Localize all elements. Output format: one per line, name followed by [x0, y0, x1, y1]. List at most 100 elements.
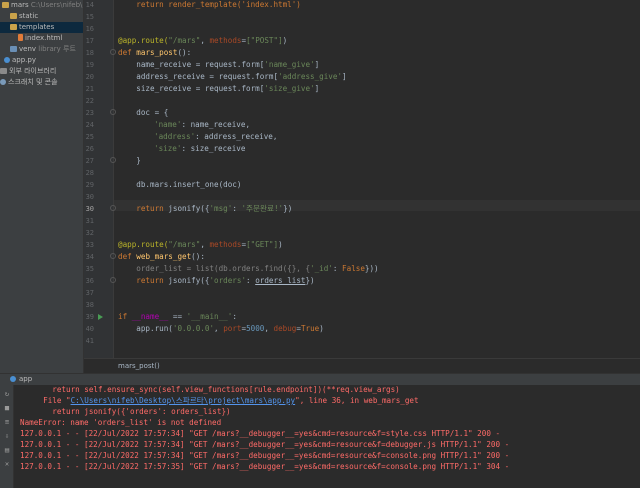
soft-wrap-icon[interactable]: ≡ [3, 419, 11, 426]
line-number: 41 [85, 337, 94, 345]
code-editor[interactable] [114, 0, 640, 358]
run-tab-app[interactable]: app [10, 374, 32, 385]
tree-item-scratches[interactable]: 스크래치 및 콘솔 [0, 77, 83, 88]
line-number: 14 [85, 1, 94, 9]
console-line: 127.0.0.1 - - [22/Jul/2022 17:57:34] "GE… [20, 440, 510, 449]
console-line: return jsonify({'orders': orders_list}) [34, 407, 231, 416]
project-tree-panel: mars C:\Users\nifeb\Desktop\스파르타\project… [0, 0, 84, 373]
breadcrumb[interactable]: mars_post() [84, 358, 640, 373]
code-line-route-post: @app.route("/mars", methods=["POST"]) [118, 36, 288, 45]
code-line: return render_template('index.html') [118, 0, 301, 9]
line-number: 16 [85, 25, 94, 33]
folder-icon [10, 24, 17, 30]
code-line: doc = { [118, 108, 169, 117]
line-number: 27 [85, 157, 94, 165]
python-run-icon [10, 376, 16, 382]
fold-icon[interactable] [110, 157, 116, 163]
code-line-current: return jsonify({'msg': '주문완료!'}) [118, 204, 293, 213]
fold-icon[interactable] [110, 109, 116, 115]
console-line: 127.0.0.1 - - [22/Jul/2022 17:57:34] "GE… [20, 451, 510, 460]
run-arrow-icon[interactable] [98, 314, 103, 320]
line-number: 20 [85, 73, 94, 81]
tree-item-label: mars [11, 1, 29, 9]
tree-item-static[interactable]: static [0, 11, 83, 22]
code-line-def-post: def mars_post(): [118, 48, 192, 57]
tree-item-label: 외부 라이브러리 [9, 67, 57, 75]
code-line: order_list = list(db.orders.find({}, {'_… [118, 264, 379, 273]
file-link[interactable]: C:\Users\nifeb\Desktop\스파르타\project\mars… [71, 396, 296, 405]
line-number: 30 [85, 205, 94, 213]
run-tab-label: app [19, 375, 33, 383]
line-number: 38 [85, 301, 94, 309]
code-line: address_receive = request.form['address_… [118, 72, 347, 81]
fold-icon[interactable] [110, 277, 116, 283]
console-line: File "C:\Users\nifeb\Desktop\스파르타\projec… [34, 396, 419, 405]
tree-item-app-py[interactable]: app.py [0, 55, 83, 66]
line-number: 32 [85, 229, 94, 237]
trash-icon[interactable]: ✕ [3, 461, 11, 468]
run-panel-header: app [0, 373, 640, 385]
scroll-to-end-icon[interactable]: ⇩ [3, 433, 11, 440]
console-line: 127.0.0.1 - - [22/Jul/2022 17:57:35] "GE… [20, 462, 510, 471]
print-icon[interactable]: ▤ [3, 447, 11, 454]
code-line: 'address': address_receive, [154, 132, 278, 141]
stop-icon[interactable]: ■ [3, 405, 11, 412]
line-number: 36 [85, 277, 94, 285]
code-line-def-get: def web_mars_get(): [118, 252, 205, 261]
folder-icon [10, 13, 17, 19]
tree-item-label: index.html [25, 34, 63, 42]
tree-item-label: 스크래치 및 콘솔 [8, 78, 58, 86]
fold-icon[interactable] [110, 253, 116, 259]
html-file-icon [18, 34, 23, 41]
line-number: 28 [85, 169, 94, 177]
tree-item-label: app.py [12, 56, 36, 64]
breadcrumb-item[interactable]: mars_post() [118, 362, 160, 370]
tree-item-venv[interactable]: venv library 루트 [0, 44, 83, 55]
line-number: 31 [85, 217, 94, 225]
code-line: } [118, 156, 141, 165]
line-number: 21 [85, 85, 94, 93]
python-file-icon [4, 57, 10, 63]
code-line: db.mars.insert_one(doc) [118, 180, 242, 189]
line-number: 22 [85, 97, 94, 105]
folder-icon [10, 46, 17, 52]
console-line: 127.0.0.1 - - [22/Jul/2022 17:57:34] "GE… [20, 429, 501, 438]
code-line: size_receive = request.form['size_give'] [118, 84, 320, 93]
tree-item-label: static [19, 12, 39, 20]
line-number: 17 [85, 37, 94, 45]
fold-icon[interactable] [110, 205, 116, 211]
tree-item-mars[interactable]: mars C:\Users\nifeb\Desktop\스파르타\project… [0, 0, 83, 11]
line-number: 25 [85, 133, 94, 141]
run-console[interactable]: return self.ensure_sync(self.view_functi… [14, 385, 640, 488]
scratch-icon [0, 79, 6, 85]
folder-icon [2, 2, 9, 8]
code-line: app.run('0.0.0.0', port=5000, debug=True… [118, 324, 324, 333]
code-line-route-get: @app.route("/mars", methods=["GET"]) [118, 240, 283, 249]
console-line: return self.ensure_sync(self.view_functi… [34, 385, 400, 394]
tree-item-templates[interactable]: templates [0, 22, 83, 33]
run-toolbar: ↻ ■ ≡ ⇩ ▤ ✕ [0, 385, 14, 488]
tree-item-note: library 루트 [38, 45, 76, 53]
console-line: NameError: name 'orders_list' is not def… [20, 418, 222, 427]
tree-item-label: venv [19, 45, 37, 53]
tree-item-index-html[interactable]: index.html [0, 33, 83, 44]
code-line: name_receive = request.form['name_give'] [118, 60, 320, 69]
tree-item-path: C:\Users\nifeb\Desktop\스파르타\project\mars [30, 1, 83, 9]
line-number: 37 [85, 289, 94, 297]
rerun-icon[interactable]: ↻ [3, 391, 11, 398]
line-number: 35 [85, 265, 94, 273]
fold-icon[interactable] [110, 49, 116, 55]
line-number: 15 [85, 13, 94, 21]
line-number: 18 [85, 49, 94, 57]
line-number: 24 [85, 121, 94, 129]
line-number: 29 [85, 181, 94, 189]
line-number: 26 [85, 145, 94, 153]
line-number: 23 [85, 109, 94, 117]
code-line: 'name': name_receive, [154, 120, 251, 129]
tree-item-external-libraries[interactable]: 외부 라이브러리 [0, 66, 83, 77]
tree-item-label: templates [19, 23, 55, 31]
line-number: 34 [85, 253, 94, 261]
line-number: 30 [85, 193, 94, 201]
code-line: return jsonify({'orders': orders_list}) [118, 276, 315, 285]
line-number: 33 [85, 241, 94, 249]
